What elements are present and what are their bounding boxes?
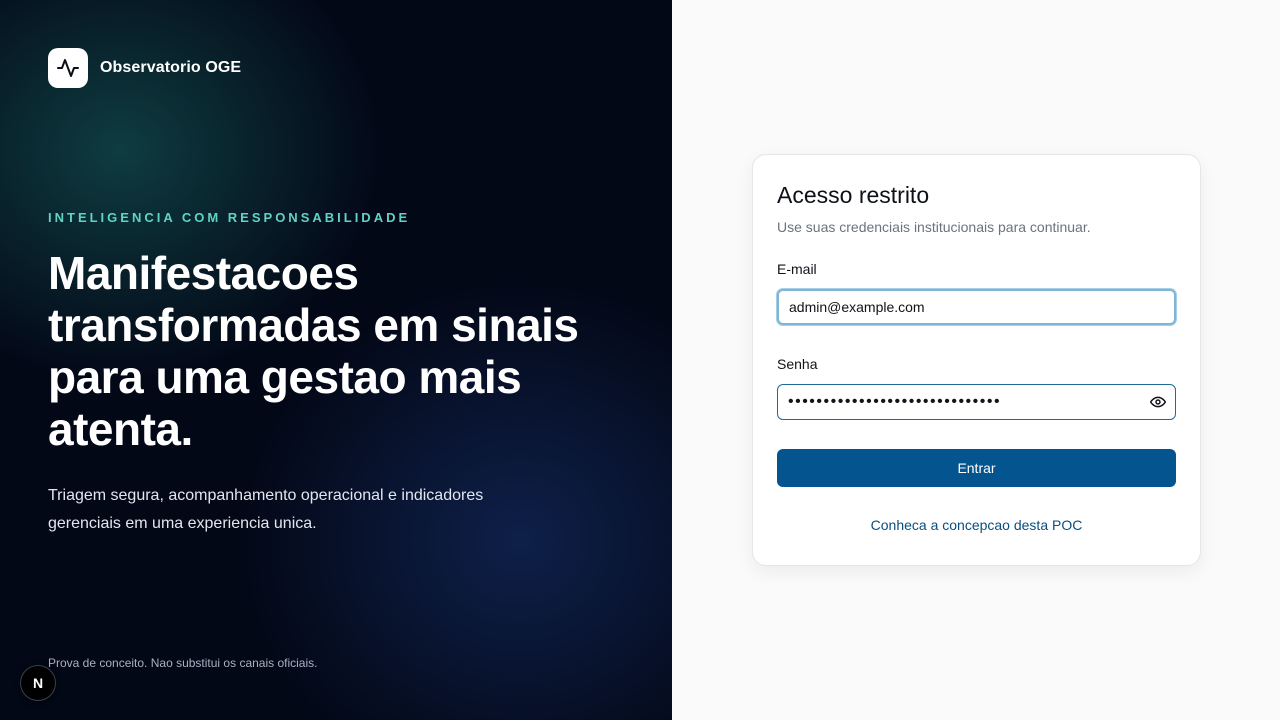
submit-login-button[interactable]: Entrar [777, 449, 1176, 487]
email-label: E-mail [777, 261, 817, 277]
hero-subtitle: Triagem segura, acompanhamento operacion… [48, 487, 484, 532]
disclaimer-text: Prova de conceito. Nao substitui os cana… [48, 656, 318, 670]
email-field[interactable] [777, 289, 1176, 325]
hero-eyebrow: INTELIGENCIA COM RESPONSABILIDADE [48, 210, 411, 225]
brand-name: Observatorio OGE [100, 59, 242, 76]
eye-icon [1150, 396, 1166, 408]
email-field-wrapper [777, 289, 1176, 325]
activity-pulse-icon [48, 48, 88, 88]
login-panel: Acesso restrito Use suas credenciais ins… [672, 0, 1280, 720]
toggle-password-visibility-button[interactable] [1148, 392, 1168, 412]
password-field-wrapper [777, 384, 1176, 420]
concept-link[interactable]: Conheca a concepcao desta POC [777, 517, 1176, 533]
hero-panel: Observatorio OGE INTELIGENCIA COM RESPON… [0, 0, 672, 720]
password-field[interactable] [777, 384, 1176, 420]
login-title: Acesso restrito [777, 182, 930, 208]
login-card: Acesso restrito Use suas credenciais ins… [752, 154, 1201, 566]
brand: Observatorio OGE [48, 48, 241, 88]
next-logo-letter: N [33, 675, 43, 691]
hero-headline: Manifestacoes transformadas em sinais pa… [48, 247, 579, 455]
login-description: Use suas credenciais institucionais para… [777, 219, 1091, 235]
password-label: Senha [777, 356, 818, 372]
next-dev-indicator-button[interactable]: N [20, 665, 56, 701]
next-logo-icon: N [33, 675, 43, 691]
